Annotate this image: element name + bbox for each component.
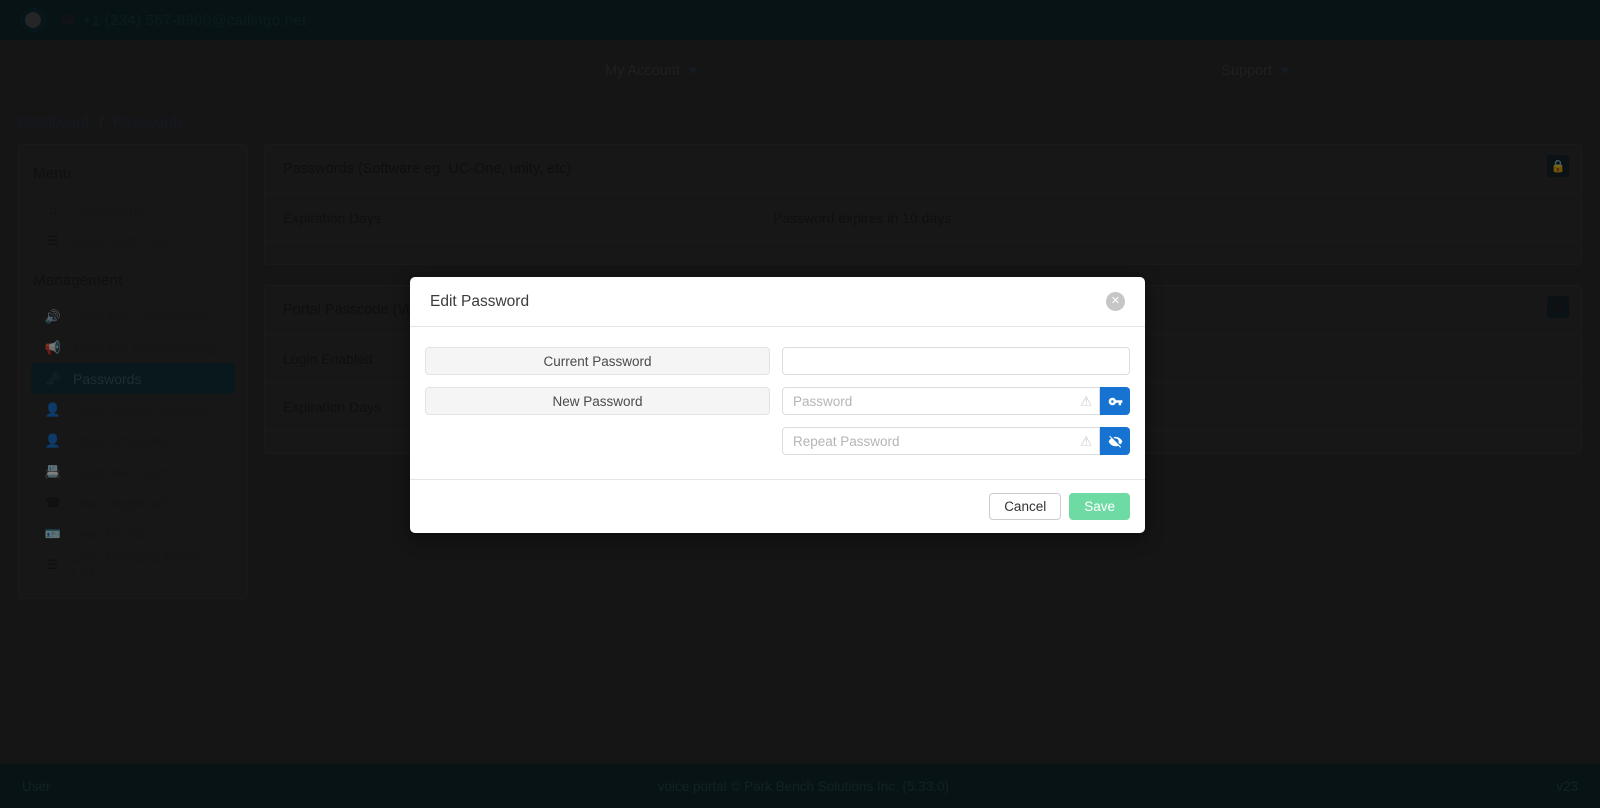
dialog-header: Edit Password ✕ — [410, 277, 1145, 327]
eye-slash-glyph — [1108, 435, 1122, 448]
new-password-input-wrap: ⚠ — [782, 387, 1130, 415]
cancel-button[interactable]: Cancel — [989, 493, 1062, 520]
save-button[interactable]: Save — [1069, 493, 1130, 520]
repeat-password-input[interactable] — [782, 427, 1100, 455]
eye-slash-icon[interactable] — [1100, 427, 1130, 455]
key-glyph — [1108, 397, 1122, 405]
current-password-label: Current Password — [425, 347, 770, 375]
current-password-input-wrap — [782, 347, 1130, 375]
repeat-password-row: ⚠ — [425, 427, 1130, 455]
current-password-input[interactable] — [782, 347, 1130, 375]
new-password-input[interactable] — [782, 387, 1100, 415]
close-glyph: ✕ — [1110, 295, 1121, 307]
repeat-password-input-wrap: ⚠ — [782, 427, 1130, 455]
new-password-row: New Password ⚠ — [425, 387, 1130, 415]
dialog-title: Edit Password — [430, 292, 530, 310]
dialog-body: Current Password New Password ⚠ ⚠ — [410, 327, 1145, 479]
key-icon[interactable] — [1100, 387, 1130, 415]
dialog-footer: Cancel Save — [410, 479, 1145, 533]
edit-password-dialog: Edit Password ✕ Current Password New Pas… — [410, 277, 1145, 533]
close-icon[interactable]: ✕ — [1106, 292, 1125, 311]
current-password-row: Current Password — [425, 347, 1130, 375]
new-password-label: New Password — [425, 387, 770, 415]
repeat-password-label-spacer — [425, 427, 770, 455]
